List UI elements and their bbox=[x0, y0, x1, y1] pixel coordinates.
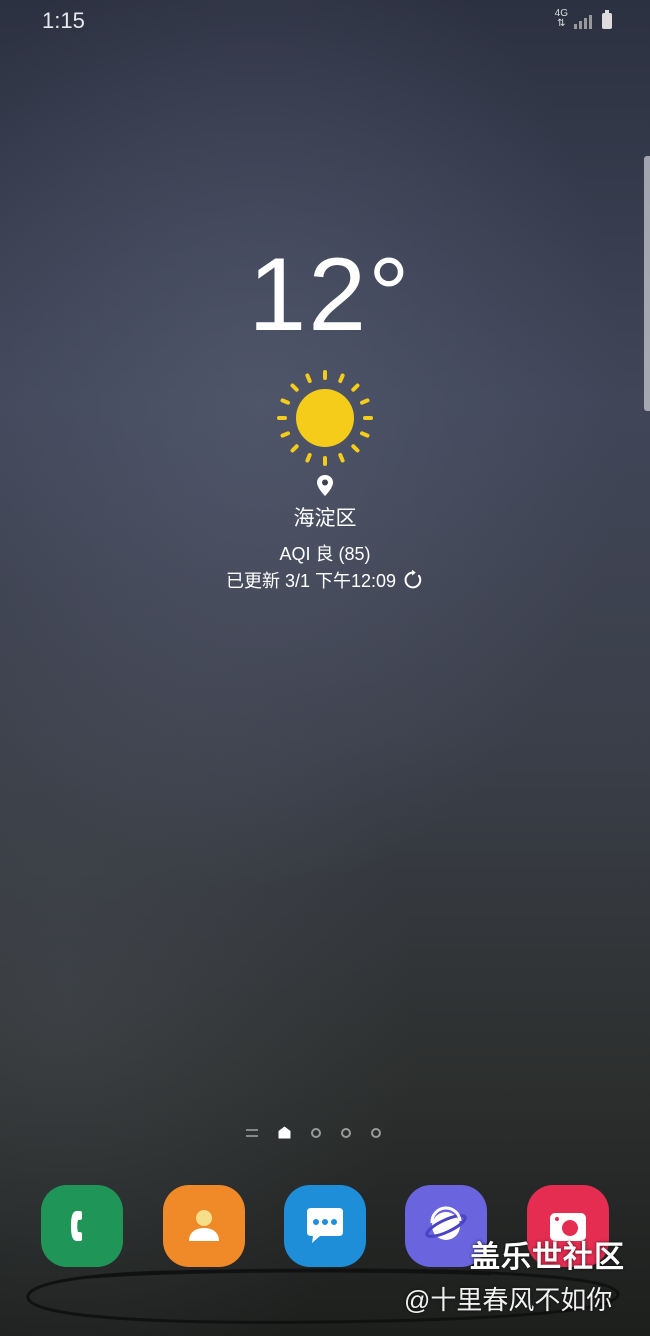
messages-icon bbox=[307, 1208, 343, 1243]
phone-icon bbox=[71, 1211, 82, 1241]
network-indicator: 4G ⇅ bbox=[555, 9, 568, 29]
status-icons: 4G ⇅ bbox=[555, 9, 612, 29]
page-indicator-dot[interactable] bbox=[341, 1127, 351, 1138]
internet-planet-icon bbox=[425, 1206, 467, 1240]
phone-app[interactable] bbox=[41, 1185, 123, 1267]
battery-icon bbox=[602, 10, 612, 29]
location-pin-icon bbox=[317, 475, 333, 496]
updated-time: 已更新 3/1 下午12:09 bbox=[225, 571, 397, 591]
page-indicator-dot[interactable] bbox=[311, 1127, 321, 1138]
temperature: 12° bbox=[248, 237, 412, 353]
status-time: 1:15 bbox=[42, 8, 85, 33]
contacts-icon bbox=[189, 1210, 219, 1241]
signal-icon bbox=[574, 11, 592, 29]
refresh-icon[interactable] bbox=[402, 569, 424, 591]
page-indicator-dot[interactable] bbox=[371, 1127, 381, 1138]
aqi-text: AQI 良 (85) bbox=[279, 544, 371, 564]
data-arrows-icon: ⇅ bbox=[557, 18, 566, 29]
messages-app[interactable] bbox=[284, 1185, 366, 1267]
update-row: 已更新 3/1 下午12:09 bbox=[0, 567, 650, 593]
page-indicator-lines[interactable] bbox=[246, 1128, 258, 1137]
sun-icon bbox=[277, 370, 373, 466]
weather-widget[interactable]: 12° 海淀区 AQI 良 (85) 已更新 3/1 下午12:09 bbox=[0, 237, 650, 591]
location-name: 海淀区 bbox=[293, 507, 357, 530]
page-indicator bbox=[246, 1126, 381, 1139]
watermark-title: 盖乐世社区 bbox=[470, 1241, 625, 1274]
contacts-app[interactable] bbox=[163, 1185, 245, 1267]
status-bar: 1:15 4G ⇅ bbox=[0, 0, 650, 40]
home-page-indicator-icon[interactable] bbox=[278, 1126, 291, 1139]
watermark-user: @十里春风不如你 bbox=[404, 1285, 613, 1315]
